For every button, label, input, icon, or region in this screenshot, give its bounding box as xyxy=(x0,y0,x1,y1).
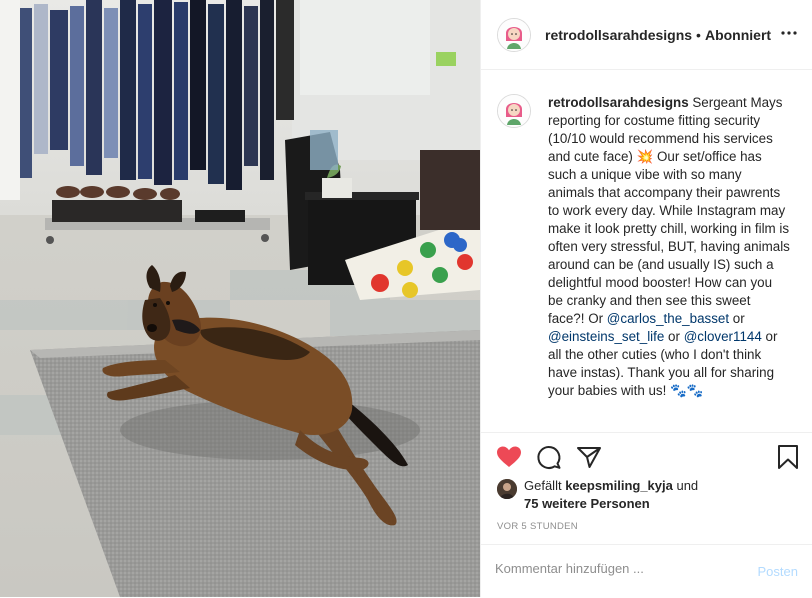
caption-part: or xyxy=(664,329,684,344)
heart-icon[interactable] xyxy=(495,443,523,471)
dog-photo-image xyxy=(0,0,480,597)
post-caption: retrodollsarahdesigns Sergeant Mays repo… xyxy=(497,94,798,400)
mention-link[interactable]: @einsteins_set_life xyxy=(548,329,664,344)
post-photo[interactable] xyxy=(0,0,480,597)
share-icon[interactable] xyxy=(575,443,603,471)
post-header: retrodollsarahdesigns • Abonniert xyxy=(481,0,812,70)
mention-link[interactable]: @carlos_the_basset xyxy=(607,311,729,326)
caption-text: retrodollsarahdesigns Sergeant Mays repo… xyxy=(548,94,790,400)
post-details-panel: retrodollsarahdesigns • Abonniert retrod… xyxy=(480,0,812,597)
post-comment-button[interactable]: Posten xyxy=(758,564,798,579)
separator-dot: • xyxy=(696,26,701,43)
other-likers-link[interactable]: 75 weitere Personen xyxy=(524,496,650,511)
caption-author-avatar[interactable] xyxy=(497,94,531,128)
avatar-illustration-icon xyxy=(498,18,530,51)
caption-part: Our set/office has such a unique vibe wi… xyxy=(548,149,790,326)
bookmark-icon[interactable] xyxy=(774,443,802,471)
caption-part: or xyxy=(729,311,745,326)
likes-mid: und xyxy=(672,478,699,493)
avatar-illustration-icon xyxy=(498,95,530,127)
comment-icon[interactable] xyxy=(535,443,563,471)
follow-status-button[interactable]: Abonniert xyxy=(705,27,771,43)
ellipsis-icon[interactable] xyxy=(780,24,798,42)
likes-summary: Gefällt keepsmiling_kyja und 75 weitere … xyxy=(497,477,798,513)
author-avatar[interactable] xyxy=(497,17,531,52)
likes-prefix: Gefällt xyxy=(524,478,566,493)
comment-composer: Posten xyxy=(481,544,812,598)
caption-username[interactable]: retrodollsarahdesigns xyxy=(548,95,689,110)
author-username[interactable]: retrodollsarahdesigns xyxy=(545,27,692,43)
action-bar xyxy=(481,432,812,483)
paw-prints-emoji-icon: 🐾🐾 xyxy=(670,383,704,398)
comment-input[interactable] xyxy=(495,561,715,576)
liker-avatar[interactable] xyxy=(497,479,517,499)
collision-emoji-icon: 💥 xyxy=(636,149,654,164)
liker-username[interactable]: keepsmiling_kyja xyxy=(565,478,673,493)
mention-link[interactable]: @clover1144 xyxy=(684,329,762,344)
post-timestamp[interactable]: VOR 5 STUNDEN xyxy=(497,521,578,532)
